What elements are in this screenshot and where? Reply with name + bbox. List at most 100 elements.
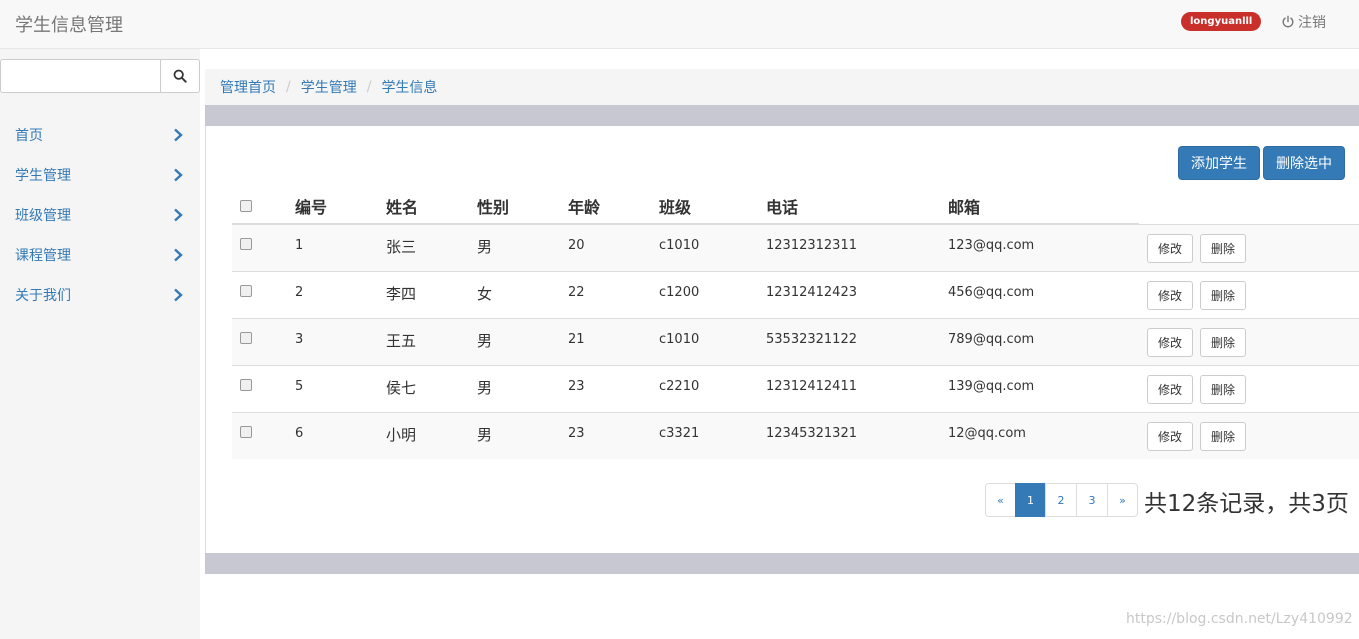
sidebar-nav: 首页 学生管理 班级管理 课程管理 关于我们 <box>0 115 200 315</box>
cell-phone: 12312312311 <box>766 238 857 253</box>
delete-button[interactable]: 删除 <box>1200 422 1246 451</box>
sidebar-item-home[interactable]: 首页 <box>0 115 200 155</box>
delete-button[interactable]: 删除 <box>1200 234 1246 263</box>
breadcrumb-student-info[interactable]: 学生信息 <box>381 77 437 97</box>
cell-name: 小明 <box>386 426 417 444</box>
logout-link[interactable]: 注销 <box>1281 12 1326 32</box>
column-header-email: 邮箱 <box>948 198 981 217</box>
chevron-right-icon <box>174 288 183 302</box>
cell-id: 3 <box>295 332 304 347</box>
sidebar-item-label: 班级管理 <box>15 208 71 224</box>
sidebar-search <box>0 59 200 93</box>
table-header: 编号 姓名 性别 年龄 班级 电话 邮箱 <box>232 186 1359 225</box>
pagination-next[interactable]: » <box>1107 483 1138 517</box>
cell-class: c1200 <box>659 285 700 300</box>
column-header-phone: 电话 <box>766 198 799 217</box>
cell-phone: 12312412423 <box>766 285 857 300</box>
cell-id: 2 <box>295 285 304 300</box>
row-checkbox[interactable] <box>240 238 252 250</box>
chevron-right-icon <box>174 208 183 222</box>
column-header-gender: 性别 <box>477 198 510 217</box>
cell-id: 6 <box>295 426 304 441</box>
pagination-page-1[interactable]: 1 <box>1015 483 1046 517</box>
sidebar-item-label: 关于我们 <box>15 288 71 304</box>
pagination-page-3[interactable]: 3 <box>1076 483 1108 517</box>
delete-selected-button[interactable]: 删除选中 <box>1263 146 1345 180</box>
column-header-id: 编号 <box>295 198 328 217</box>
cell-email: 123@qq.com <box>948 238 1035 253</box>
cell-class: c1010 <box>659 238 700 253</box>
search-button[interactable] <box>160 59 200 93</box>
table-row: 2 李四 女 22 c1200 12312412423 456@qq.com 修… <box>232 271 1359 318</box>
table-row: 6 小明 男 23 c3321 12345321321 12@qq.com 修改… <box>232 412 1359 459</box>
sidebar-item-courses[interactable]: 课程管理 <box>0 235 200 275</box>
table-row: 3 王五 男 21 c1010 53532321122 789@qq.com 修… <box>232 318 1359 365</box>
chevron-right-icon <box>174 168 183 182</box>
cell-name: 李四 <box>386 285 417 303</box>
cell-name: 张三 <box>386 238 417 256</box>
breadcrumb-home[interactable]: 管理首页 <box>220 77 276 97</box>
cell-age: 20 <box>568 238 585 253</box>
app-title[interactable]: 学生信息管理 <box>15 11 123 37</box>
edit-button[interactable]: 修改 <box>1147 281 1193 310</box>
record-count-info: 共12条记录，共3页 <box>1144 491 1349 517</box>
cell-age: 23 <box>568 379 585 394</box>
add-student-button[interactable]: 添加学生 <box>1178 146 1260 180</box>
search-input[interactable] <box>0 59 161 93</box>
pagination-page-2[interactable]: 2 <box>1045 483 1077 517</box>
user-badge: longyuanlll <box>1181 12 1262 31</box>
search-icon <box>173 69 187 83</box>
sidebar-item-label: 学生管理 <box>15 168 71 184</box>
column-header-class: 班级 <box>659 198 692 217</box>
row-checkbox[interactable] <box>240 332 252 344</box>
delete-button[interactable]: 删除 <box>1200 281 1246 310</box>
cell-gender: 男 <box>477 426 493 444</box>
main-content: 管理首页 / 学生管理 / 学生信息 添加学生 删除选中 编号 姓名 性别 年龄… <box>205 69 1359 574</box>
edit-button[interactable]: 修改 <box>1147 422 1193 451</box>
row-checkbox[interactable] <box>240 426 252 438</box>
table-row: 1 张三 男 20 c1010 12312312311 123@qq.com 修… <box>232 224 1359 271</box>
cell-id: 1 <box>295 238 304 253</box>
student-table: 编号 姓名 性别 年龄 班级 电话 邮箱 1 张三 男 20 c1010 123… <box>232 186 1359 459</box>
delete-button[interactable]: 删除 <box>1200 328 1246 357</box>
pagination: « 1 2 3 » <box>985 483 1138 517</box>
logout-label: 注销 <box>1298 15 1326 31</box>
cell-gender: 男 <box>477 332 493 350</box>
sidebar-item-students[interactable]: 学生管理 <box>0 155 200 195</box>
edit-button[interactable]: 修改 <box>1147 234 1193 263</box>
edit-button[interactable]: 修改 <box>1147 375 1193 404</box>
sidebar-item-classes[interactable]: 班级管理 <box>0 195 200 235</box>
cell-class: c3321 <box>659 426 700 441</box>
cell-name: 侯七 <box>386 379 417 397</box>
cell-gender: 男 <box>477 238 493 256</box>
power-icon <box>1282 15 1294 28</box>
sidebar-item-about[interactable]: 关于我们 <box>0 275 200 315</box>
cell-age: 23 <box>568 426 585 441</box>
cell-email: 789@qq.com <box>948 332 1035 347</box>
cell-class: c1010 <box>659 332 700 347</box>
sidebar: 首页 学生管理 班级管理 课程管理 关于我们 <box>0 49 200 639</box>
table-row: 5 侯七 男 23 c2210 12312412411 139@qq.com 修… <box>232 365 1359 412</box>
breadcrumb-student-management[interactable]: 学生管理 <box>301 77 357 97</box>
cell-email: 456@qq.com <box>948 285 1035 300</box>
edit-button[interactable]: 修改 <box>1147 328 1193 357</box>
cell-age: 21 <box>568 332 585 347</box>
select-all-checkbox[interactable] <box>240 200 252 212</box>
pagination-prev[interactable]: « <box>985 483 1016 517</box>
cell-gender: 男 <box>477 379 493 397</box>
cell-class: c2210 <box>659 379 700 394</box>
row-checkbox[interactable] <box>240 285 252 297</box>
cell-phone: 53532321122 <box>766 332 857 347</box>
cell-id: 5 <box>295 379 304 394</box>
student-panel: 添加学生 删除选中 编号 姓名 性别 年龄 班级 电话 邮箱 1 张三 男 20… <box>205 126 1359 553</box>
cell-age: 22 <box>568 285 585 300</box>
delete-button[interactable]: 删除 <box>1200 375 1246 404</box>
breadcrumb-separator: / <box>366 79 372 95</box>
cell-name: 王五 <box>386 332 417 350</box>
sidebar-item-label: 首页 <box>15 128 43 144</box>
cell-gender: 女 <box>477 285 493 303</box>
cell-email: 139@qq.com <box>948 379 1035 394</box>
row-checkbox[interactable] <box>240 379 252 391</box>
chevron-right-icon <box>174 248 183 262</box>
breadcrumb: 管理首页 / 学生管理 / 学生信息 <box>205 69 1359 105</box>
